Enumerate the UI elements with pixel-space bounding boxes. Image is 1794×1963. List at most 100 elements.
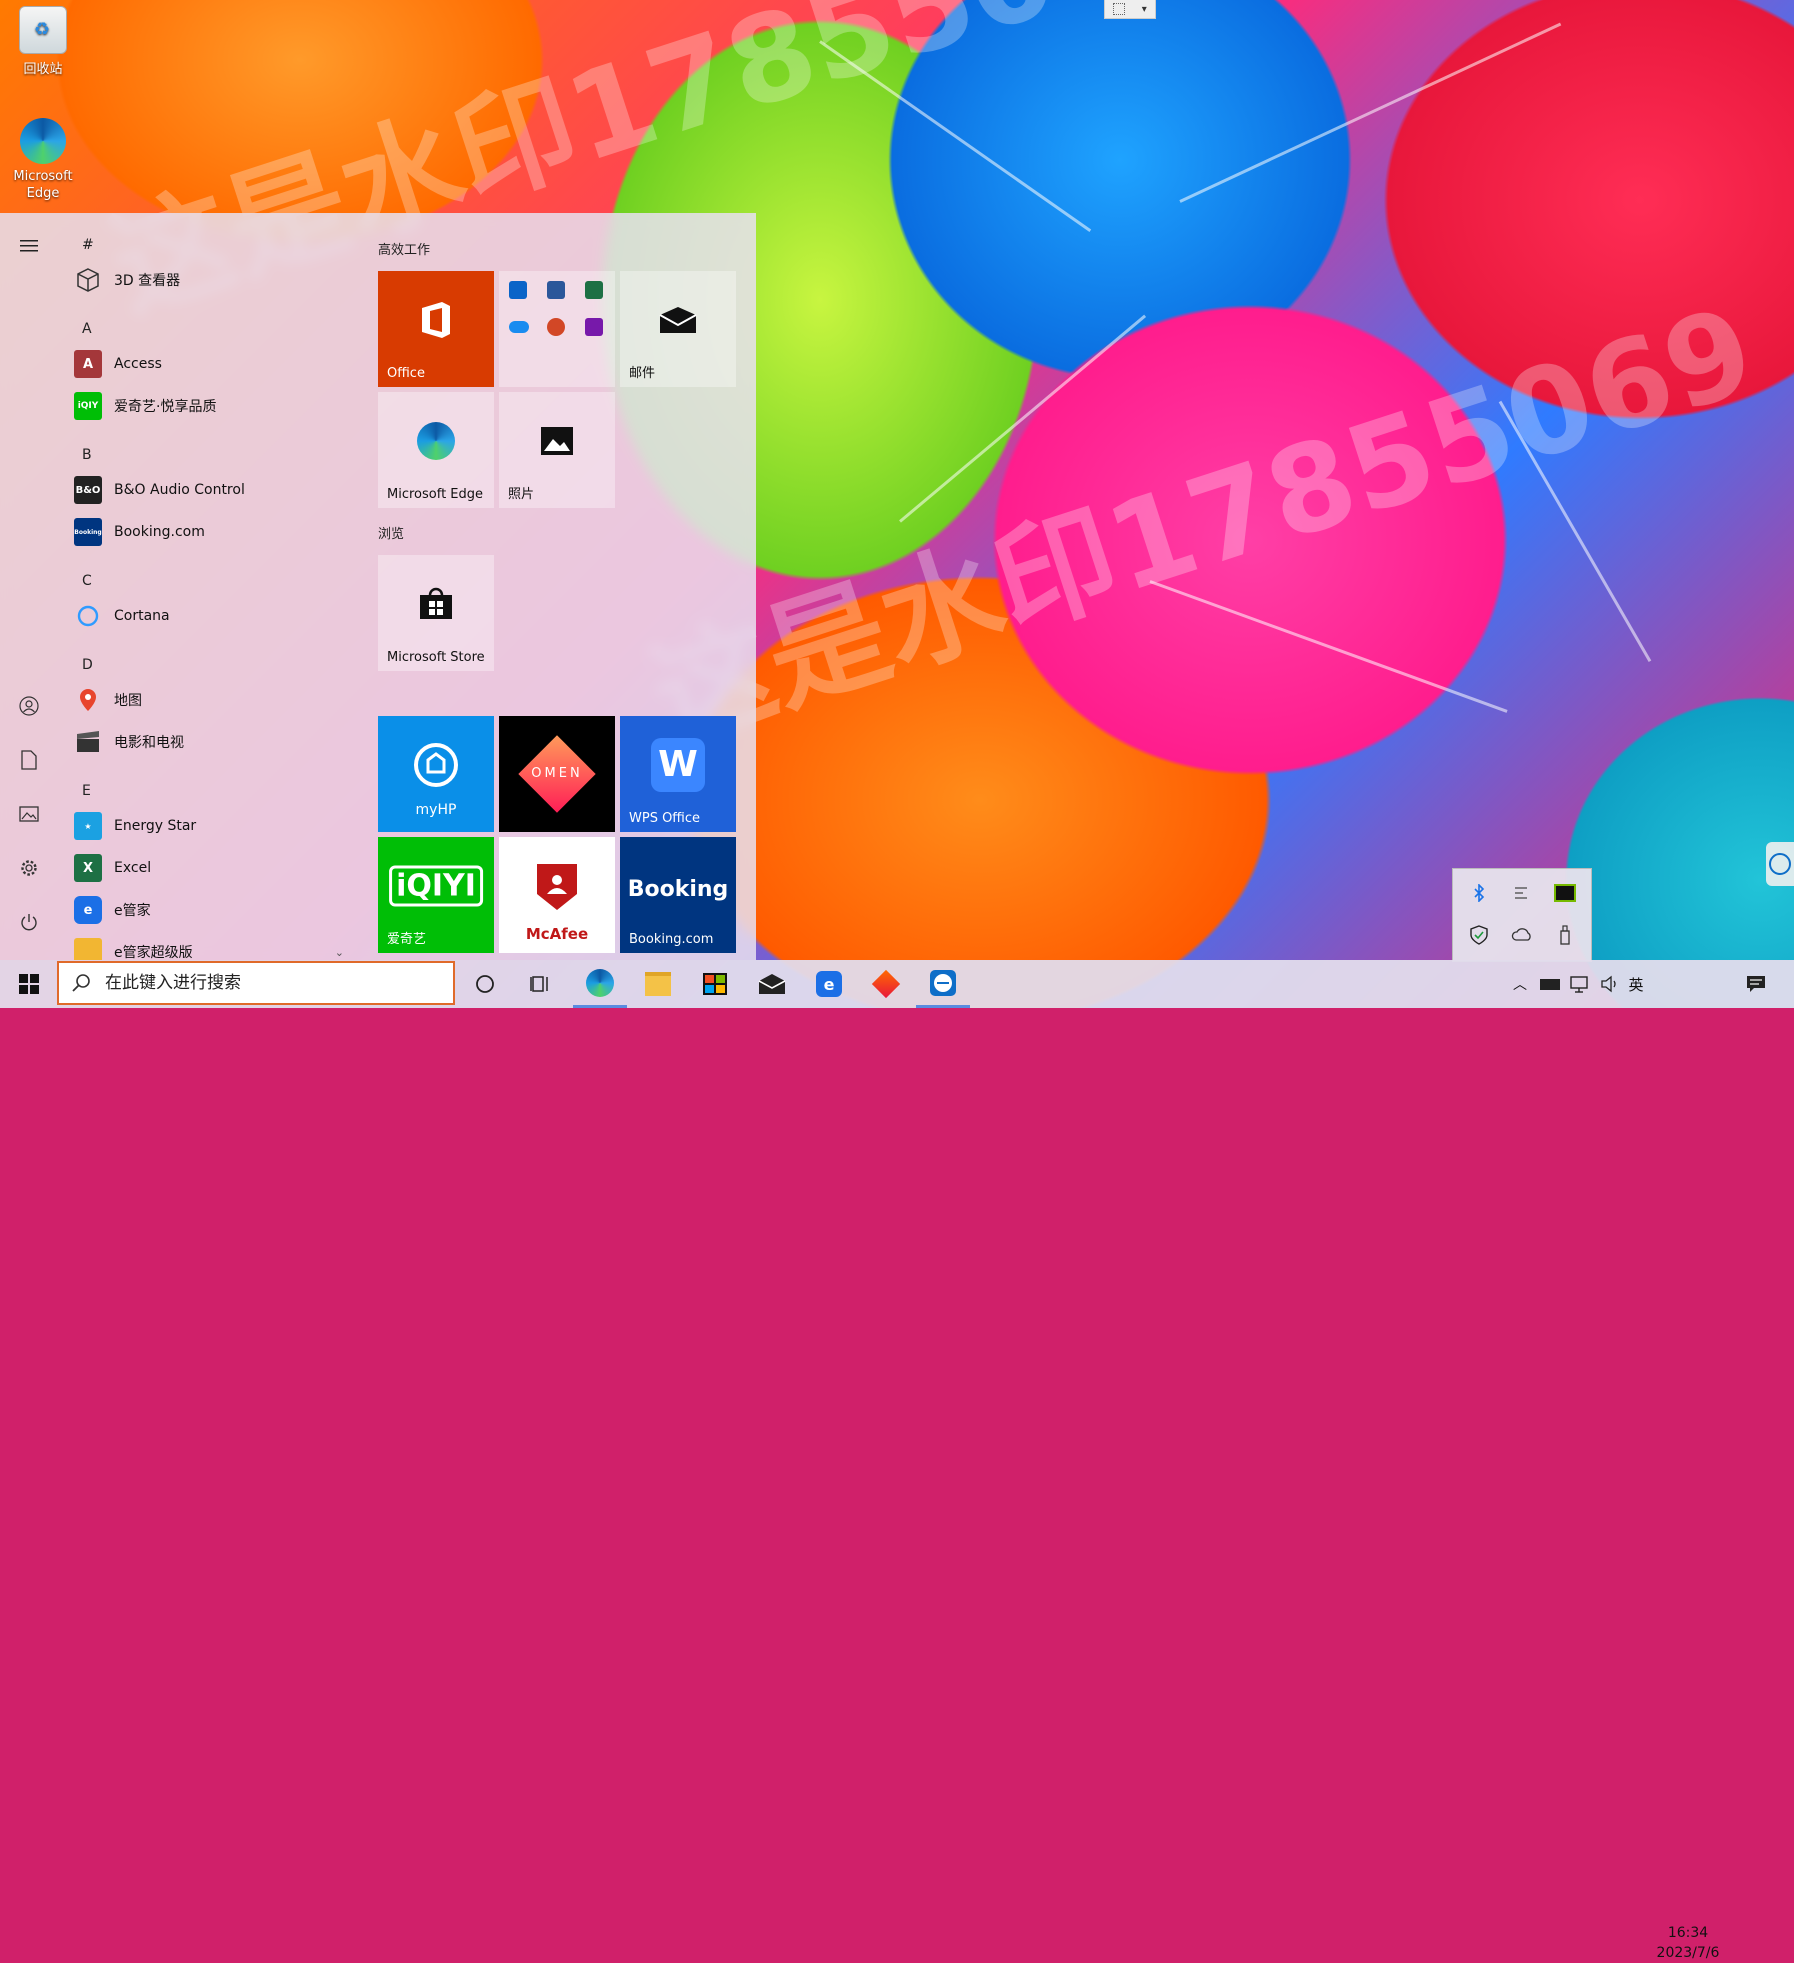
tile-edge[interactable]: Microsoft Edge [378,392,494,508]
app-group-header[interactable]: # [82,237,94,253]
teamviewer-icon [930,969,956,996]
document-icon [21,750,37,770]
onedrive-cloud-icon[interactable] [1508,921,1536,949]
recycle-bin-icon: ♻ [19,6,67,54]
tile-wps-office[interactable]: W WPS Office [620,716,736,832]
taskbar-app-eguanjia[interactable]: e [802,960,856,1008]
app-item-access[interactable]: A Access [74,347,354,381]
app-item-cortana[interactable]: Cortana [74,599,354,633]
taskbar-clock[interactable]: 16:34 2023/7/6 [1652,1923,1724,1963]
tile-mcafee[interactable]: McAfee [499,837,615,953]
battery-button[interactable] [1534,960,1566,1008]
app-item-movies-tv[interactable]: 电影和电视 [74,725,354,759]
app-item-iqiyi[interactable]: iQIY 爱奇艺·悦享品质 [74,389,354,423]
app-group-header[interactable]: A [82,321,92,337]
taskbar-app-diamond[interactable] [859,960,913,1008]
ime-indicator[interactable]: 英 [1620,960,1652,1008]
app-label: e管家超级版 [114,945,193,960]
store-icon [703,973,727,995]
powerpoint-icon [547,318,565,336]
hamburger-icon [20,240,38,252]
app-item-3d-viewer[interactable]: 3D 查看器 [74,263,354,297]
taskbar-app-mail[interactable] [745,960,799,1008]
bluetooth-icon[interactable] [1465,879,1493,907]
tile-booking[interactable]: Booking Booking.com [620,837,736,953]
app-group-header[interactable]: C [82,573,92,589]
settings-button[interactable] [12,851,46,885]
app-item-eguanjia-super[interactable]: e管家超级版 ⌄ [74,935,354,960]
user-icon [19,696,39,716]
myhp-icon [414,742,458,787]
app-item-excel[interactable]: X Excel [74,851,354,885]
account-button[interactable] [12,689,46,723]
app-group-header[interactable]: E [82,783,91,799]
security-shield-icon[interactable] [1465,921,1493,949]
app-label: 地图 [114,693,142,709]
speaker-icon [1601,975,1616,993]
taskbar-app-edge[interactable] [573,960,627,1008]
map-pin-icon [74,686,102,714]
network-icon [1570,976,1588,993]
documents-button[interactable] [12,743,46,777]
network-button[interactable] [1564,960,1596,1008]
start-button[interactable] [2,960,56,1008]
side-edge-widget[interactable] [1766,842,1794,886]
taskbar-app-store[interactable] [688,960,742,1008]
umbrella-rib [899,314,1147,523]
app-label: 电影和电视 [114,735,184,751]
cube-icon [74,266,102,294]
tile-mail[interactable]: 邮件 [620,271,736,387]
umbrella-rib [1149,580,1508,713]
task-view-icon [530,976,548,992]
excel-icon: X [74,854,102,882]
action-center-button[interactable] [1732,960,1780,1008]
app-item-maps[interactable]: 地图 [74,683,354,717]
desktop-icon-edge[interactable]: Microsoft Edge [0,118,86,202]
tile-iqiyi[interactable]: iQIYI 爱奇艺 [378,837,494,953]
app-list: # 3D 查看器 A A Access iQIY 爱奇艺·悦享品质 B B&O … [66,213,356,960]
tile-group-title[interactable]: 浏览 [378,523,404,542]
tile-label: myHP [415,802,457,818]
app-item-booking[interactable]: Booking Booking.com [74,515,354,549]
mail-icon [659,306,697,333]
app-item-bo-audio[interactable]: B&O B&O Audio Control [74,473,354,507]
desktop-icon-label: 回收站 [23,62,63,77]
network-activity-icon[interactable] [1508,879,1536,907]
app-label: 3D 查看器 [114,273,181,289]
app-group-header[interactable]: D [82,657,93,673]
tile-photos[interactable]: 照片 [499,392,615,508]
tile-omen[interactable]: OMEN [499,716,615,832]
tile-label: WPS Office [629,811,701,826]
desktop-icon-recycle-bin[interactable]: ♻ 回收站 [0,6,86,77]
tile-office[interactable]: Office [378,271,494,387]
folder-icon [74,938,102,960]
pictures-button[interactable] [12,797,46,831]
app-label: 爱奇艺·悦享品质 [114,399,217,415]
usb-drive-icon[interactable] [1551,921,1579,949]
search-input[interactable] [103,972,427,994]
top-control-widget[interactable]: ▾ [1104,0,1156,19]
taskbar-search-box[interactable] [57,961,455,1005]
iqiyi-icon: iQIY [74,392,102,420]
show-hidden-icons-button[interactable]: ︿ [1504,960,1536,1008]
tile-myhp[interactable]: myHP [378,716,494,832]
iqiyi-logo: iQIYI [389,865,483,907]
task-view-button[interactable] [514,960,568,1008]
expand-menu-button[interactable] [12,229,46,263]
cortana-button[interactable] [458,960,512,1008]
app-group-header[interactable]: B [82,447,92,463]
app-item-energy-star[interactable]: ★ Energy Star [74,809,354,843]
tile-group-title[interactable]: 高效工作 [378,239,430,258]
taskbar-app-file-explorer[interactable] [631,960,685,1008]
tile-microsoft-store[interactable]: Microsoft Store [378,555,494,671]
app-item-eguanjia[interactable]: e e管家 [74,893,354,927]
app-label: Cortana [114,608,170,624]
onenote-icon [585,318,603,336]
eguanjia-icon: e [816,971,842,997]
cortana-icon [74,602,102,630]
taskbar-app-teamviewer[interactable] [916,960,970,1008]
power-button[interactable] [12,905,46,939]
tile-office-apps-folder[interactable] [499,271,615,387]
battery-icon [1540,978,1560,990]
nvidia-icon[interactable] [1551,879,1579,907]
